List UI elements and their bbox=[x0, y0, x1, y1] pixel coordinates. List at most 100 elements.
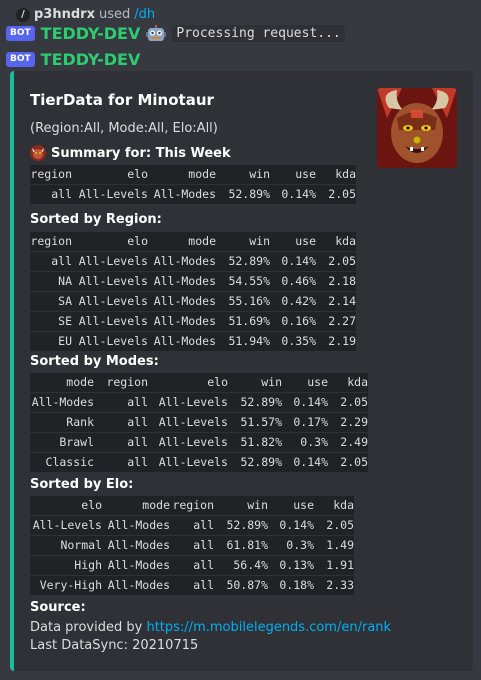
table-cell: NA bbox=[58, 274, 72, 288]
table-cell: 0.14% bbox=[293, 395, 328, 409]
minotaur-portrait-icon bbox=[377, 88, 457, 168]
table-cell: 52.89% bbox=[228, 187, 270, 201]
used-label: used bbox=[98, 7, 131, 22]
table-cell: SE bbox=[58, 314, 72, 328]
table-cell: All-Modes bbox=[31, 395, 94, 409]
table-cell: Very-High bbox=[39, 578, 102, 592]
embed-subtitle: (Region:All, Mode:All, Elo:All) bbox=[30, 121, 218, 136]
table-cell: 0.46% bbox=[281, 274, 316, 288]
robot-emoji-icon bbox=[146, 24, 167, 41]
table-cell: All-Levels bbox=[32, 518, 102, 532]
table-cell: 2.33 bbox=[326, 578, 354, 592]
table-cell: all bbox=[193, 518, 214, 532]
table-cell: 51.94% bbox=[228, 334, 270, 348]
elo-field-name: Sorted by Elo: bbox=[30, 477, 134, 492]
last-datasync: Last DataSync: 20210715 bbox=[30, 638, 199, 653]
table-row: High All-Modes all 56.4% 0.13% 1.91 bbox=[30, 555, 354, 575]
table-cell: All-Modes bbox=[153, 314, 216, 328]
table-cell: 2.05 bbox=[328, 187, 356, 201]
table-cell: all bbox=[127, 395, 148, 409]
table-header-row: region elo mode win use kda bbox=[30, 165, 356, 184]
table-cell: 51.69% bbox=[228, 314, 270, 328]
table-cell: 2.29 bbox=[340, 415, 368, 429]
table-cell: EU bbox=[58, 334, 72, 348]
table-cell: All-Modes bbox=[153, 187, 216, 201]
table-header-row: region elo mode win use kda bbox=[30, 232, 356, 251]
column-header: elo bbox=[127, 167, 148, 181]
table-cell: All-Levels bbox=[78, 334, 148, 348]
column-header: use bbox=[295, 234, 316, 248]
table-cell: All-Levels bbox=[158, 415, 228, 429]
table-cell: 52.89% bbox=[226, 518, 268, 532]
table-cell: All-Modes bbox=[107, 538, 170, 552]
table-row: Normal All-Modes all 61.81% 0.3% 1.49 bbox=[30, 535, 354, 555]
bot-tag: BOT bbox=[6, 26, 35, 41]
bot-message-result: BOT TEDDY-DEV bbox=[6, 50, 140, 69]
summary-title: Summary for: This Week bbox=[51, 145, 231, 161]
table-cell: All-Modes bbox=[107, 558, 170, 572]
table-cell: 0.3% bbox=[286, 538, 314, 552]
summary-table: region elo mode win use kda all All-Levels All-M… bbox=[30, 165, 356, 204]
table-cell: 50.87% bbox=[226, 578, 268, 592]
table-cell: 0.14% bbox=[279, 518, 314, 532]
table-cell: all bbox=[193, 558, 214, 572]
source-link[interactable]: https://m.mobilelegends.com/en/rank bbox=[146, 620, 391, 635]
table-cell: 2.05 bbox=[340, 455, 368, 469]
table-row: SA All-Levels All-Modes 55.16% 0.42% 2.14 bbox=[30, 291, 356, 311]
table-cell: 1.49 bbox=[326, 538, 354, 552]
column-header: use bbox=[293, 498, 314, 512]
table-cell: all bbox=[193, 538, 214, 552]
command-invocation: / p3hndrx used /dh bbox=[16, 7, 155, 22]
table-cell: 0.18% bbox=[279, 578, 314, 592]
tierdata-embed: TierData for Minotaur (Region:All, Mode:… bbox=[10, 71, 473, 671]
table-cell: 0.14% bbox=[293, 455, 328, 469]
table-cell: All-Modes bbox=[107, 518, 170, 532]
slash-command-icon: / bbox=[16, 7, 30, 22]
column-header: region bbox=[30, 167, 72, 181]
table-cell: 2.19 bbox=[328, 334, 356, 348]
table-cell: all bbox=[51, 187, 72, 201]
table-cell: All-Modes bbox=[107, 578, 170, 592]
table-cell: 0.13% bbox=[279, 558, 314, 572]
table-row: Brawl all All-Levels 51.82% 0.3% 2.49 bbox=[30, 432, 368, 452]
column-header: region bbox=[106, 375, 148, 389]
table-cell: 0.17% bbox=[293, 415, 328, 429]
table-cell: All-Modes bbox=[153, 274, 216, 288]
column-header: elo bbox=[81, 498, 102, 512]
table-cell: All-Levels bbox=[158, 395, 228, 409]
table-cell: All-Modes bbox=[153, 254, 216, 268]
table-cell: All-Levels bbox=[78, 294, 148, 308]
table-row: EU All-Levels All-Modes 51.94% 0.35% 2.19 bbox=[30, 331, 356, 351]
column-header: mode bbox=[142, 498, 170, 512]
column-header: mode bbox=[188, 167, 216, 181]
column-header: elo bbox=[127, 234, 148, 248]
table-cell: 56.4% bbox=[233, 558, 268, 572]
command-name[interactable]: /dh bbox=[134, 7, 155, 22]
table-cell: SA bbox=[58, 294, 72, 308]
table-cell: All-Modes bbox=[153, 334, 216, 348]
column-header: win bbox=[249, 234, 270, 248]
bot-name[interactable]: TEDDY-DEV bbox=[41, 50, 141, 69]
region-field-name: Sorted by Region: bbox=[30, 212, 162, 227]
table-row: Rank all All-Levels 51.57% 0.17% 2.29 bbox=[30, 412, 368, 432]
table-cell: 2.49 bbox=[340, 435, 368, 449]
table-cell: 52.89% bbox=[240, 395, 282, 409]
table-cell: 55.16% bbox=[228, 294, 270, 308]
bot-message-processing: BOT TEDDY-DEV Processing request... bbox=[6, 24, 345, 43]
table-cell: 0.16% bbox=[281, 314, 316, 328]
summary-field-name: Summary for: This Week bbox=[30, 145, 231, 161]
table-cell: High bbox=[74, 558, 102, 572]
table-cell: 51.57% bbox=[240, 415, 282, 429]
table-row: All-Modes all All-Levels 52.89% 0.14% 2.05 bbox=[30, 392, 368, 412]
table-cell: 0.3% bbox=[300, 435, 328, 449]
table-cell: 0.14% bbox=[281, 187, 316, 201]
invoking-user[interactable]: p3hndrx bbox=[34, 7, 95, 22]
table-cell: all bbox=[127, 435, 148, 449]
table-cell: All-Modes bbox=[153, 294, 216, 308]
table-cell: 2.05 bbox=[340, 395, 368, 409]
column-header: mode bbox=[188, 234, 216, 248]
table-cell: All-Levels bbox=[158, 455, 228, 469]
bot-name[interactable]: TEDDY-DEV bbox=[41, 24, 141, 43]
column-header: region bbox=[30, 234, 72, 248]
source-line: Data provided by https://m.mobilelegends… bbox=[30, 620, 391, 635]
